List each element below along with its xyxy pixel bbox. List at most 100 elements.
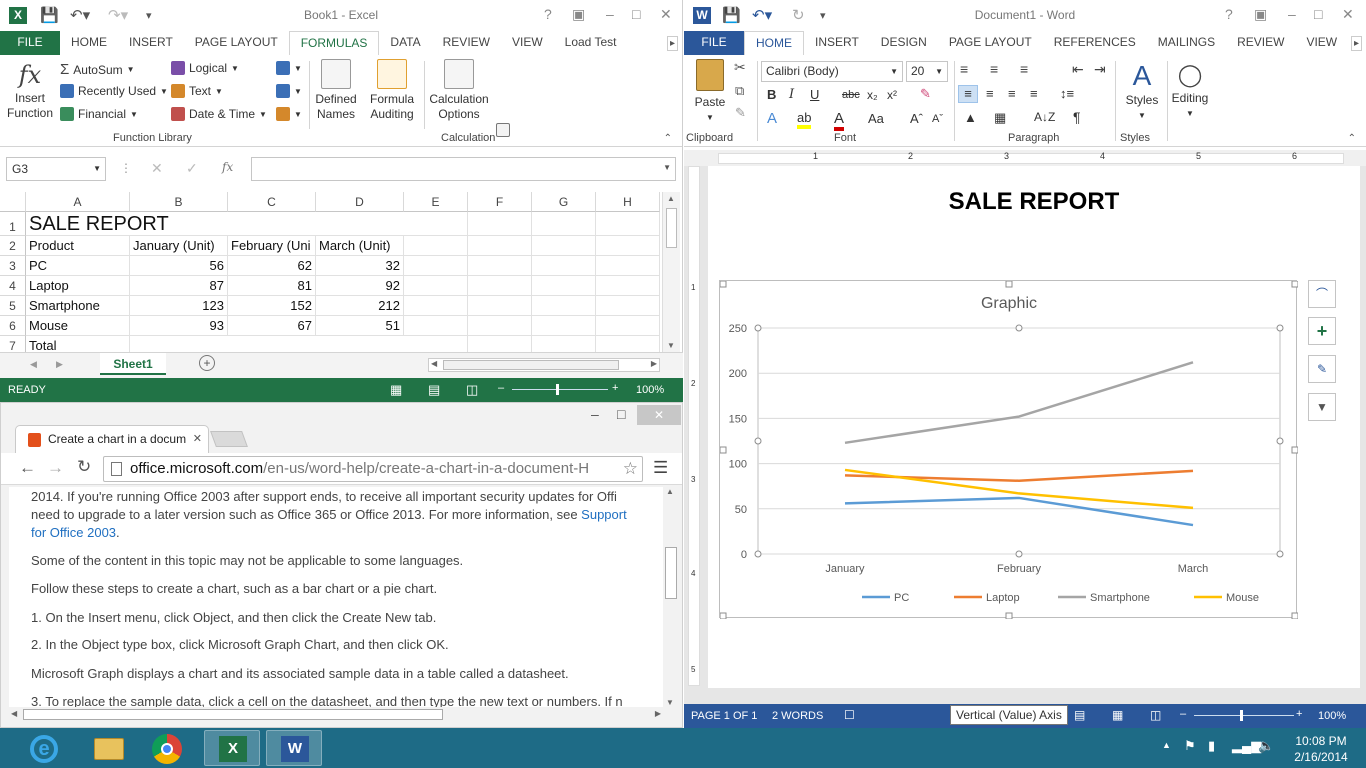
change-case-icon[interactable]: Aa — [868, 111, 884, 126]
close-button[interactable]: ✕ — [660, 6, 672, 23]
zoom-slider[interactable] — [1194, 715, 1294, 716]
add-sheet-icon[interactable]: + — [199, 355, 215, 371]
chart-resize-handle[interactable] — [1291, 612, 1298, 619]
sort-icon[interactable]: A↓Z — [1034, 110, 1055, 124]
insert-function-icon[interactable]: fx — [222, 160, 233, 174]
value-cell[interactable]: 152 — [228, 296, 316, 316]
zoom-level[interactable]: 100% — [636, 384, 664, 396]
header-cell[interactable]: March (Unit) — [316, 236, 404, 256]
maximize-button[interactable]: □ — [1314, 6, 1322, 22]
align-left-icon[interactable]: ≡ — [958, 85, 978, 103]
menu-icon[interactable]: ☰ — [653, 458, 668, 478]
shrink-font-icon[interactable]: Aˇ — [932, 113, 943, 125]
row-header[interactable]: 7 — [0, 336, 26, 352]
plot-area[interactable] — [757, 327, 1281, 555]
column-header[interactable]: D — [316, 192, 404, 212]
clock[interactable]: 10:08 PM 2/16/2014 — [1284, 733, 1358, 765]
tab-file[interactable]: FILE — [0, 31, 60, 55]
chart-title[interactable]: Graphic — [981, 295, 1037, 312]
confirm-entry-icon[interactable]: ✓ — [186, 160, 198, 177]
minimize-button[interactable]: – — [606, 6, 614, 22]
show-hidden-icons-icon[interactable]: ▲ — [1162, 740, 1171, 750]
column-header[interactable]: E — [404, 192, 468, 212]
column-header[interactable]: C — [228, 192, 316, 212]
ribbon-display-icon[interactable]: ▣ — [572, 6, 585, 23]
excel-taskbar-button[interactable]: X — [204, 730, 260, 766]
editing-button[interactable]: ◯ Editing ▼ — [1170, 59, 1210, 121]
sheet-prev-icon[interactable]: ◀ — [30, 359, 37, 370]
vertical-scrollbar[interactable]: ▲ ▼ — [662, 192, 680, 352]
tab-close-icon[interactable]: ✕ — [193, 426, 202, 453]
selection-handle[interactable] — [1015, 324, 1023, 332]
value-cell[interactable]: 212 — [316, 296, 404, 316]
word-taskbar-button[interactable]: W — [266, 730, 322, 766]
borders-icon[interactable]: ▦ — [994, 110, 1006, 126]
scroll-left-icon[interactable]: ◀ — [11, 709, 17, 718]
product-cell[interactable]: Mouse — [26, 316, 130, 336]
value-cell[interactable]: 92 — [316, 276, 404, 296]
value-cell[interactable]: 62 — [228, 256, 316, 276]
tab-home[interactable]: HOME — [744, 31, 804, 55]
formula-auditing-button[interactable]: Formula Auditing — [366, 59, 418, 122]
underline-icon[interactable]: U — [810, 87, 819, 102]
tab-data[interactable]: DATA — [379, 31, 431, 55]
collapse-ribbon-icon[interactable]: ⌃ — [1348, 133, 1356, 144]
print-layout-icon[interactable]: ▦ — [1112, 708, 1123, 722]
file-explorer-button[interactable] — [80, 730, 136, 766]
chart-resize-handle[interactable] — [720, 281, 727, 288]
scroll-down-icon[interactable]: ▼ — [666, 698, 674, 707]
column-header[interactable]: B — [130, 192, 228, 212]
chart-resize-handle[interactable] — [1291, 281, 1298, 288]
scroll-thumb[interactable] — [666, 208, 677, 248]
browser-tab[interactable]: Create a chart in a docum ✕ — [15, 425, 209, 453]
browser-minimize-button[interactable]: – — [591, 406, 599, 422]
chart-object[interactable]: Graphic 0 50 100 150 200 250 January February Ma… — [719, 280, 1298, 619]
font-size-box[interactable]: 20 ▼ — [906, 61, 948, 82]
line-spacing-icon[interactable]: ↕≡ — [1060, 86, 1074, 101]
more-functions-button[interactable]: ▼ — [276, 107, 302, 121]
zoom-out-icon[interactable]: – — [1180, 708, 1186, 720]
product-cell[interactable]: PC — [26, 256, 130, 276]
insert-function-button[interactable]: fx Insert Function — [4, 59, 56, 121]
layout-options-button[interactable]: ⌒ — [1308, 280, 1336, 308]
superscript-icon[interactable]: x² — [887, 88, 897, 102]
column-header[interactable]: H — [596, 192, 660, 212]
tab-insert[interactable]: INSERT — [118, 31, 184, 55]
increase-indent-icon[interactable]: ⇥ — [1094, 61, 1106, 78]
read-mode-icon[interactable]: ▤ — [1074, 708, 1085, 722]
row-header[interactable]: 3 — [0, 256, 26, 276]
header-cell[interactable]: January (Unit) — [130, 236, 228, 256]
calculation-options-button[interactable]: Calculation Options — [427, 59, 491, 122]
math-trig-button[interactable]: ▼ — [276, 84, 302, 98]
page-count-status[interactable]: PAGE 1 OF 1 — [691, 710, 757, 722]
support-link[interactable]: Support — [581, 507, 627, 522]
tab-review[interactable]: REVIEW — [1226, 31, 1295, 55]
font-color-icon[interactable]: A — [834, 110, 845, 131]
product-cell[interactable]: Smartphone — [26, 296, 130, 316]
product-cell[interactable]: Laptop — [26, 276, 130, 296]
date-time-button[interactable]: Date & Time ▼ — [171, 107, 267, 121]
chart-elements-button[interactable]: + — [1308, 317, 1336, 345]
value-cell[interactable]: 123 — [130, 296, 228, 316]
close-button[interactable]: ✕ — [1342, 6, 1354, 23]
zoom-level[interactable]: 100% — [1318, 710, 1346, 722]
text-button[interactable]: Text ▼ — [171, 84, 223, 98]
zoom-slider-thumb[interactable] — [1240, 710, 1243, 721]
cell[interactable] — [532, 212, 596, 236]
web-layout-icon[interactable]: ◫ — [1150, 708, 1161, 722]
tab-home[interactable]: HOME — [60, 31, 118, 55]
row-header[interactable]: 4 — [0, 276, 26, 296]
zoom-slider-thumb[interactable] — [556, 384, 559, 395]
selection-handle[interactable] — [1276, 437, 1284, 445]
power-icon[interactable]: ▮ — [1208, 738, 1215, 754]
legend-entry[interactable]: Mouse — [1226, 592, 1259, 604]
chrome-button[interactable] — [140, 730, 196, 766]
tab-file[interactable]: FILE — [684, 31, 744, 55]
ribbon-scroll-right-icon[interactable]: ▸ — [666, 36, 678, 51]
autosum-button[interactable]: Σ AutoSum ▼ — [60, 61, 135, 78]
bold-icon[interactable]: B — [767, 87, 776, 102]
reload-icon[interactable]: ↻ — [77, 457, 91, 477]
column-header[interactable]: A — [26, 192, 130, 212]
bullets-icon[interactable]: ≡ — [960, 61, 968, 77]
styles-button[interactable]: A Styles ▼ — [1122, 59, 1162, 123]
